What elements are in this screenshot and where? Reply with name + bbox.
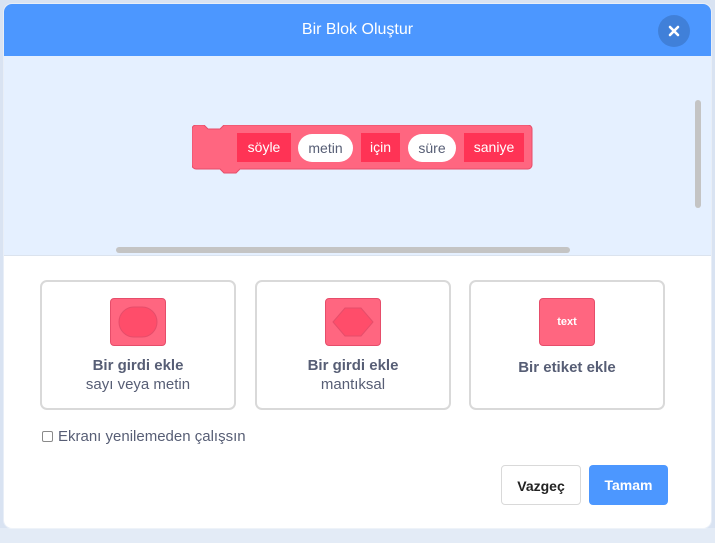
round-input-icon	[118, 306, 158, 338]
vertical-scrollbar[interactable]	[695, 100, 701, 208]
ok-button[interactable]: Tamam	[589, 465, 668, 505]
card-subtitle: mantıksal	[320, 376, 386, 393]
add-label-card[interactable]: text Bir etiket ekle	[469, 280, 665, 410]
card-title: Bir etiket ekle	[518, 359, 616, 376]
dialog-title: Bir Blok Oluştur	[301, 21, 414, 38]
label-icon: text	[539, 298, 595, 346]
horizontal-scrollbar[interactable]	[116, 247, 570, 253]
block-input-sure[interactable]: süre	[408, 134, 456, 162]
card-title: Bir girdi ekle	[307, 357, 399, 374]
block-label-icin[interactable]: için	[361, 133, 400, 162]
add-number-text-input-card[interactable]: Bir girdi ekle sayı veya metin	[40, 280, 236, 410]
boolean-input-icon	[332, 307, 374, 337]
run-without-refresh-checkbox[interactable]	[42, 431, 53, 442]
block-label-saniye[interactable]: saniye	[464, 133, 524, 162]
card-title: Bir girdi ekle	[92, 357, 184, 374]
block-workspace[interactable]: söyle metin için süre saniye	[4, 56, 711, 256]
add-boolean-input-card[interactable]: Bir girdi ekle mantıksal	[255, 280, 451, 410]
run-without-refresh-label: Ekranı yenilemeden çalışsın	[58, 428, 246, 445]
block-input-metin[interactable]: metin	[298, 134, 353, 162]
cancel-button[interactable]: Vazgeç	[501, 465, 581, 505]
backdrop	[0, 528, 715, 543]
close-button[interactable]	[658, 15, 690, 47]
custom-block-dialog: Bir Blok Oluştur söyle metin için süre s…	[4, 4, 711, 528]
block-label-soyle[interactable]: söyle	[237, 133, 291, 162]
label-icon-text: text	[557, 316, 577, 328]
dialog-header: Bir Blok Oluştur	[4, 4, 711, 56]
run-without-refresh-option[interactable]: Ekranı yenilemeden çalışsın	[42, 428, 246, 445]
close-icon	[668, 25, 680, 37]
card-subtitle: sayı veya metin	[85, 376, 191, 393]
